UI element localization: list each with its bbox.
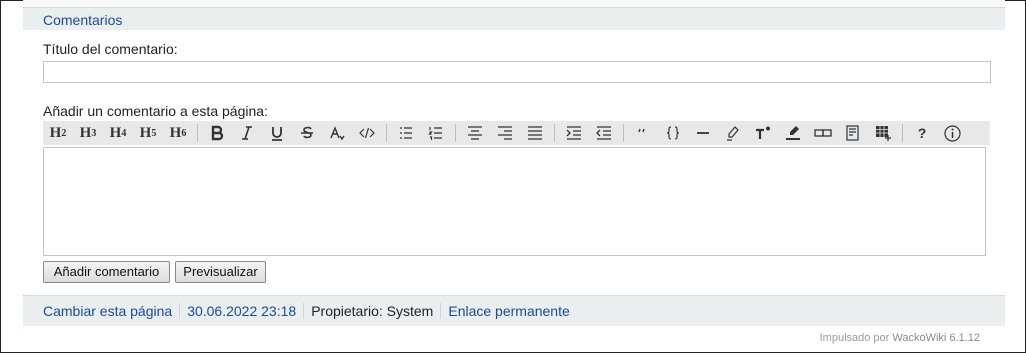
wackowiki-link[interactable]: WackoWiki 6.1.12 — [892, 332, 980, 344]
h4-level: 4 — [121, 127, 127, 139]
h5-level: 5 — [151, 127, 157, 139]
comment-title-input[interactable] — [43, 61, 991, 83]
indent-icon[interactable] — [559, 121, 589, 145]
superscript-icon[interactable] — [748, 121, 778, 145]
page-footer: Cambiar esta página 30.06.2022 23:18 Pro… — [23, 295, 1005, 326]
h5-icon[interactable]: H5 — [133, 121, 163, 145]
outdent-icon[interactable] — [589, 121, 619, 145]
marker-icon[interactable] — [778, 121, 808, 145]
strikethrough-icon[interactable] — [292, 121, 322, 145]
comment-form: Título del comentario: Añadir un comenta… — [23, 30, 1005, 295]
text-color-icon[interactable] — [322, 121, 352, 145]
comment-title-label: Título del comentario: — [43, 41, 178, 57]
h3-icon[interactable]: H3 — [73, 121, 103, 145]
h3-level: 3 — [91, 127, 97, 139]
h4-icon[interactable]: H4 — [103, 121, 133, 145]
comments-panel: Comentarios Título del comentario: Añadi… — [23, 0, 1005, 326]
highlight-icon[interactable] — [718, 121, 748, 145]
toolbar-separator — [386, 124, 387, 142]
underline-icon[interactable] — [262, 121, 292, 145]
h6-icon[interactable]: H6 — [163, 121, 193, 145]
braces-icon[interactable] — [658, 121, 688, 145]
numbered-list-icon[interactable] — [421, 121, 451, 145]
comment-body-textarea[interactable] — [43, 147, 986, 256]
help-icon[interactable]: ? — [907, 121, 937, 145]
bulleted-list-icon[interactable] — [391, 121, 421, 145]
info-icon[interactable] — [937, 121, 967, 145]
permalink[interactable]: Enlace permanente — [441, 303, 576, 319]
h2-icon[interactable]: H2 — [43, 121, 73, 145]
powered-by: Impulsado por WackoWiki 6.1.12 — [820, 332, 980, 344]
h2-level: 2 — [61, 127, 67, 139]
comment-body-label: Añadir un comentario a esta página: — [43, 103, 268, 119]
align-center-icon[interactable] — [460, 121, 490, 145]
preview-button[interactable]: Previsualizar — [175, 261, 266, 283]
justify-icon[interactable] — [520, 121, 550, 145]
toolbar-separator — [623, 124, 624, 142]
horizontal-rule-icon[interactable] — [688, 121, 718, 145]
page-owner: Propietario: System — [304, 303, 442, 319]
toolbar-separator — [455, 124, 456, 142]
h6-level: 6 — [181, 127, 187, 139]
comments-header: Comentarios — [23, 7, 1005, 31]
bold-icon[interactable] — [202, 121, 232, 145]
toolbar-separator — [554, 124, 555, 142]
quote-icon[interactable] — [628, 121, 658, 145]
toolbar-separator — [197, 124, 198, 142]
footnote-icon[interactable] — [838, 121, 868, 145]
comments-title: Comentarios — [43, 12, 123, 28]
align-right-icon[interactable] — [490, 121, 520, 145]
italic-icon[interactable] — [232, 121, 262, 145]
revision-date-link[interactable]: 30.06.2022 23:18 — [180, 303, 305, 319]
table-icon[interactable] — [868, 121, 898, 145]
powered-by-prefix: Impulsado por — [819, 332, 893, 344]
editor-toolbar: H2 H3 H4 H5 H6 ? — [43, 121, 990, 145]
add-comment-button[interactable]: Añadir comentario — [43, 261, 170, 283]
code-icon[interactable] — [352, 121, 382, 145]
toolbar-separator — [902, 124, 903, 142]
link-icon[interactable] — [808, 121, 838, 145]
edit-page-link[interactable]: Cambiar esta página — [23, 303, 181, 319]
